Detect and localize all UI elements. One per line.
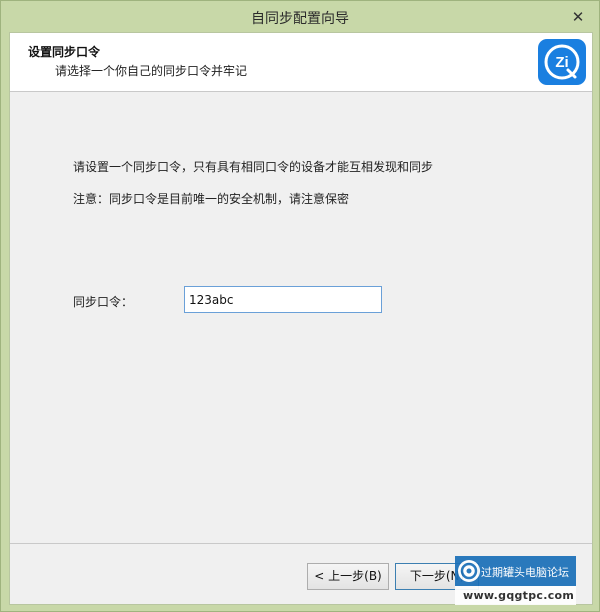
instruction-text: 请设置一个同步口令，只有具有相同口令的设备才能互相发现和同步 (73, 160, 434, 174)
forum-logo-icon (458, 560, 480, 582)
wizard-client-area: 设置同步口令 请选择一个你自己的同步口令并牢记 Zi 请设置一个同步口令，只有具… (9, 32, 593, 605)
sync-password-label: 同步口令： (73, 295, 134, 309)
page-subtitle: 请选择一个你自己的同步口令并牢记 (55, 64, 248, 78)
svg-text:Zi: Zi (555, 54, 568, 71)
title-bar[interactable]: 自同步配置向导 ✕ (1, 1, 599, 32)
forum-watermark: 过期罐头电脑论坛 www.gqgtpc.com (455, 556, 576, 605)
footer-divider (10, 543, 592, 544)
watermark-url: www.gqgtpc.com (463, 589, 575, 602)
zi-sync-logo-icon: Zi (538, 39, 586, 85)
security-note-text: 注意：同步口令是目前唯一的安全机制，请注意保密 (73, 192, 350, 206)
close-button[interactable]: ✕ (563, 7, 593, 27)
window-title: 自同步配置向导 (251, 11, 349, 27)
wizard-window: 自同步配置向导 ✕ 设置同步口令 请选择一个你自己的同步口令并牢记 Zi 请设置… (0, 0, 600, 612)
watermark-url-bar: www.gqgtpc.com (455, 586, 576, 605)
sync-password-input[interactable] (184, 286, 382, 313)
page-title: 设置同步口令 (28, 45, 101, 59)
watermark-text: 过期罐头电脑论坛 (481, 566, 569, 579)
wizard-header: 设置同步口令 请选择一个你自己的同步口令并牢记 Zi (10, 33, 592, 92)
previous-button[interactable]: < 上一步(B) (307, 563, 389, 590)
watermark-banner: 过期罐头电脑论坛 (455, 556, 576, 586)
